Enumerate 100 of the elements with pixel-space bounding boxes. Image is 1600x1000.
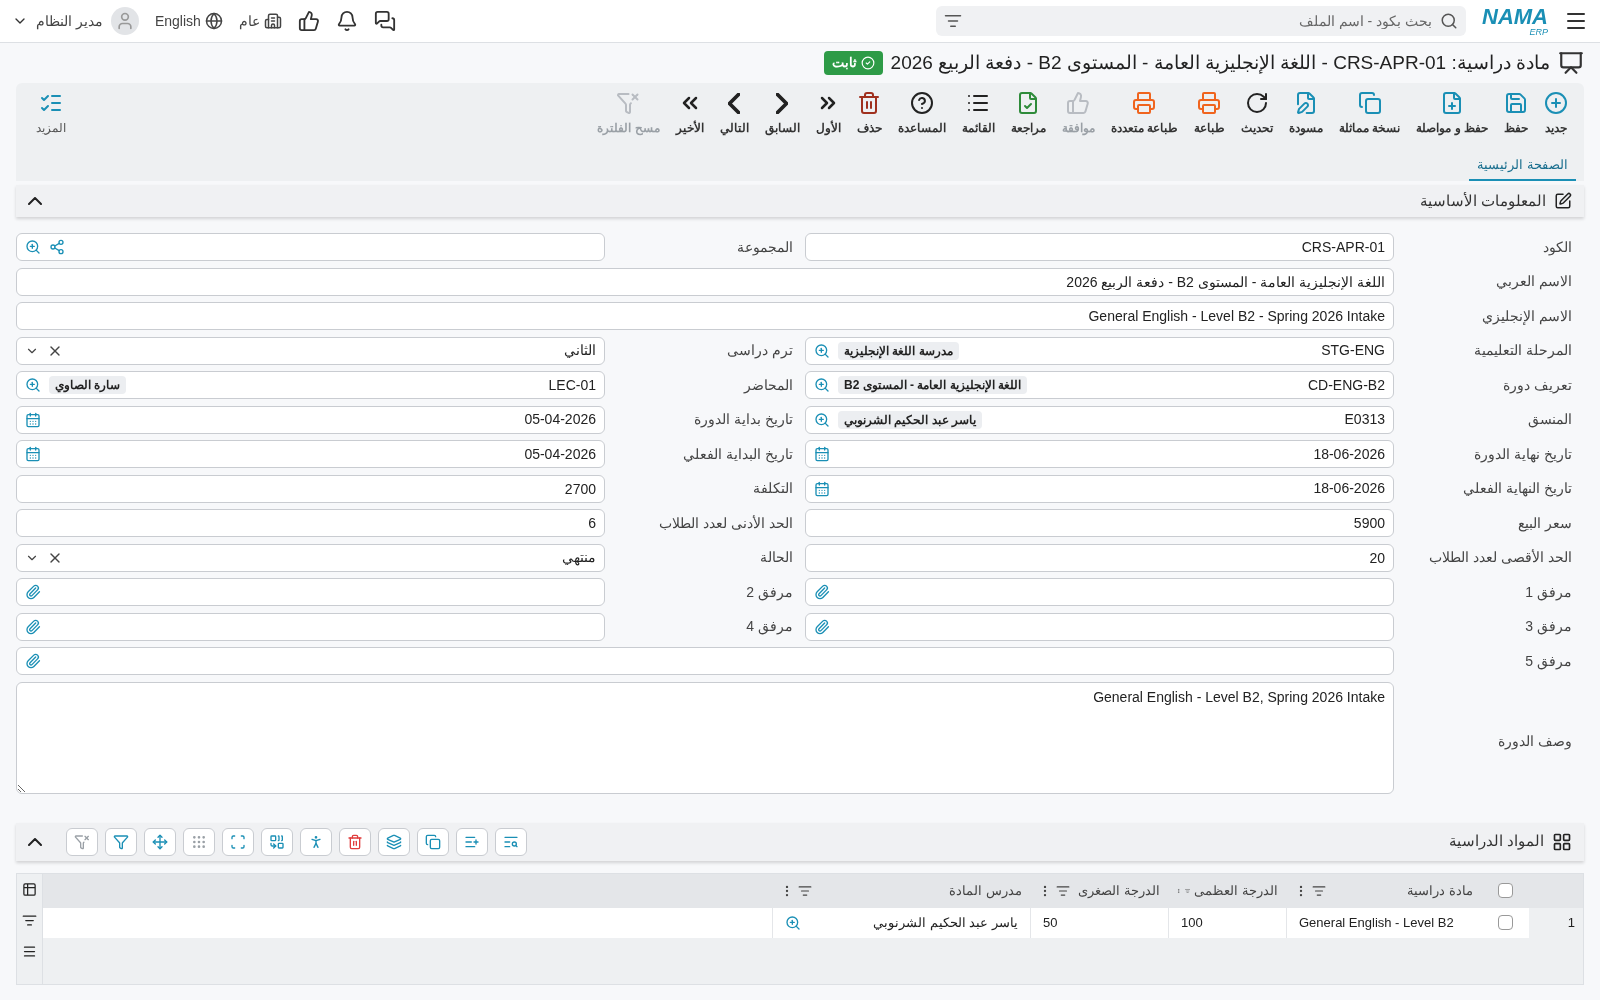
- user-menu-button[interactable]: مدير النظام: [12, 7, 139, 35]
- toolbar-button[interactable]: مسودة: [1281, 91, 1331, 137]
- text-field[interactable]: 5900: [805, 509, 1394, 537]
- collapse-button[interactable]: [28, 837, 42, 846]
- toolbar-button[interactable]: الأول: [807, 91, 849, 137]
- grid-tool-button[interactable]: [105, 827, 137, 856]
- field-label: الحد الأقصى لعدد الطلاب: [1428, 548, 1573, 567]
- field-label: ترم دراسى: [726, 341, 794, 361]
- search-input[interactable]: بحث بكود - اسم الملف: [970, 10, 1432, 32]
- paperclip-icon[interactable]: [814, 618, 830, 635]
- magnifier-plus-icon[interactable]: [814, 377, 830, 393]
- copy-icon: [425, 833, 441, 850]
- more-button[interactable]: المزيد: [24, 91, 78, 137]
- toolbar-button[interactable]: التالي: [711, 91, 757, 137]
- text-field[interactable]: 20: [805, 543, 1394, 572]
- thumbs-up-icon[interactable]: [297, 10, 320, 32]
- text-field[interactable]: CRS-APR-01: [805, 233, 1394, 261]
- grid-tool-button[interactable]: [261, 827, 293, 856]
- field-label: الحالة: [759, 548, 794, 567]
- select-field[interactable]: الثاني: [16, 336, 605, 365]
- toolbar-button[interactable]: حذف: [848, 91, 890, 137]
- toolbar-button[interactable]: تحديث: [1233, 91, 1281, 137]
- row-checkbox[interactable]: [1497, 915, 1513, 930]
- date-field[interactable]: 18-06-2026: [805, 440, 1394, 468]
- merge-icon: [269, 833, 285, 850]
- toolbar-button[interactable]: المساعدة: [889, 91, 954, 137]
- date-field[interactable]: 18-06-2026: [805, 474, 1394, 503]
- language-button[interactable]: English: [154, 10, 223, 32]
- paperclip-icon[interactable]: [25, 584, 41, 600]
- text-field[interactable]: General English - Level B2 - Spring 2026 Intake: [16, 302, 1394, 330]
- magnifier-plus-icon[interactable]: [25, 377, 41, 393]
- field-label: الحد الأدنى لعدد الطلاب: [658, 513, 794, 533]
- bell-icon[interactable]: [335, 10, 358, 32]
- attachment-field[interactable]: [16, 578, 605, 606]
- grid-tool-button[interactable]: [300, 827, 332, 856]
- toolbar-button[interactable]: حفظ: [1496, 91, 1536, 137]
- attachment-field[interactable]: [805, 612, 1394, 641]
- toolbar-button[interactable]: طباعة متعددة: [1102, 91, 1186, 137]
- column-header[interactable]: مدرس المادة: [816, 880, 1022, 901]
- attachment-field[interactable]: [16, 612, 605, 641]
- attachment-field[interactable]: [16, 647, 1394, 675]
- table-cell-text: ياسر عبد الحكيم الشرنوبي: [872, 913, 1018, 933]
- grid-tool-button[interactable]: [339, 827, 371, 856]
- field-value: 18-06-2026: [1312, 479, 1385, 498]
- table-icon[interactable]: [22, 881, 37, 897]
- thumbs-up-icon: [1066, 91, 1091, 115]
- collapse-button[interactable]: [28, 197, 42, 205]
- field-value: 05-04-2026: [523, 444, 596, 464]
- search-field[interactable]: بحث بكود - اسم الملف: [936, 6, 1466, 36]
- move-icon: [152, 833, 168, 850]
- magnifier-plus-icon[interactable]: [814, 342, 830, 359]
- field-label: الاسم العربي: [1495, 272, 1573, 292]
- column-header[interactable]: مادة دراسية: [1330, 880, 1473, 901]
- toolbar-button[interactable]: حفظ و مواصلة: [1408, 91, 1496, 137]
- grid-tool-button[interactable]: [222, 827, 254, 856]
- calendar-icon[interactable]: [814, 446, 830, 462]
- filter-icon[interactable]: [944, 12, 962, 30]
- toolbar-button[interactable]: الأخير: [667, 91, 712, 137]
- calendar-icon[interactable]: [25, 446, 41, 462]
- column-header[interactable]: الدرجة الصغرى: [1074, 880, 1160, 901]
- filter-off-icon: [74, 833, 90, 850]
- magnifier-plus-icon[interactable]: [785, 914, 801, 931]
- chat-icon[interactable]: [373, 10, 396, 32]
- grid-tool-button[interactable]: [144, 827, 176, 856]
- lookup-chip: سارة الصاوي: [49, 376, 127, 394]
- toolbar-button[interactable]: طباعة: [1186, 91, 1233, 137]
- paperclip-icon[interactable]: [814, 584, 830, 600]
- checkbox[interactable]: [1497, 883, 1513, 898]
- date-field[interactable]: 05-04-2026: [16, 440, 605, 468]
- toolbar-button[interactable]: مراجعة: [1002, 91, 1054, 137]
- paperclip-icon[interactable]: [25, 618, 41, 635]
- grid-tool-button[interactable]: [378, 827, 410, 856]
- text-field[interactable]: 2700: [16, 474, 605, 503]
- date-field[interactable]: 05-04-2026: [16, 405, 605, 434]
- field-value: 18-06-2026: [1312, 444, 1385, 464]
- share-icon[interactable]: [49, 239, 65, 255]
- toolbar-button[interactable]: نسخة مماثلة: [1331, 91, 1409, 137]
- logo-text: NAMA: [1482, 5, 1548, 28]
- description-field[interactable]: General English - Level B2, Spring 2026 Intake: [16, 681, 1394, 794]
- branch-button[interactable]: عام: [238, 10, 282, 32]
- toolbar-button[interactable]: جديد: [1536, 91, 1576, 137]
- grid-tool-button[interactable]: [417, 827, 449, 856]
- text-field[interactable]: اللغة الإنجليزية العامة - المستوى B2 - دفعة الربيع 2026: [16, 267, 1394, 296]
- attachment-field[interactable]: [805, 578, 1394, 606]
- toolbar-button[interactable]: السابق: [756, 91, 808, 137]
- filter-icon[interactable]: [22, 912, 37, 928]
- magnifier-plus-icon[interactable]: [814, 411, 830, 428]
- toolbar-button[interactable]: القائمة: [953, 91, 1003, 137]
- magnifier-plus-icon[interactable]: [25, 239, 41, 255]
- paperclip-icon[interactable]: [25, 653, 41, 669]
- text-field[interactable]: 6: [16, 509, 605, 537]
- menu-icon[interactable]: [22, 943, 37, 959]
- calendar-icon[interactable]: [814, 480, 830, 497]
- select-field[interactable]: منتهي: [16, 543, 605, 572]
- column-header[interactable]: الدرجة العظمى: [1194, 880, 1278, 901]
- calendar-icon[interactable]: [25, 411, 41, 428]
- lookup-field[interactable]: [16, 233, 605, 261]
- grid-tool-button[interactable]: [456, 827, 488, 856]
- grid-tool-button[interactable]: [495, 827, 527, 856]
- tab[interactable]: الصفحة الرئيسية: [1469, 151, 1576, 181]
